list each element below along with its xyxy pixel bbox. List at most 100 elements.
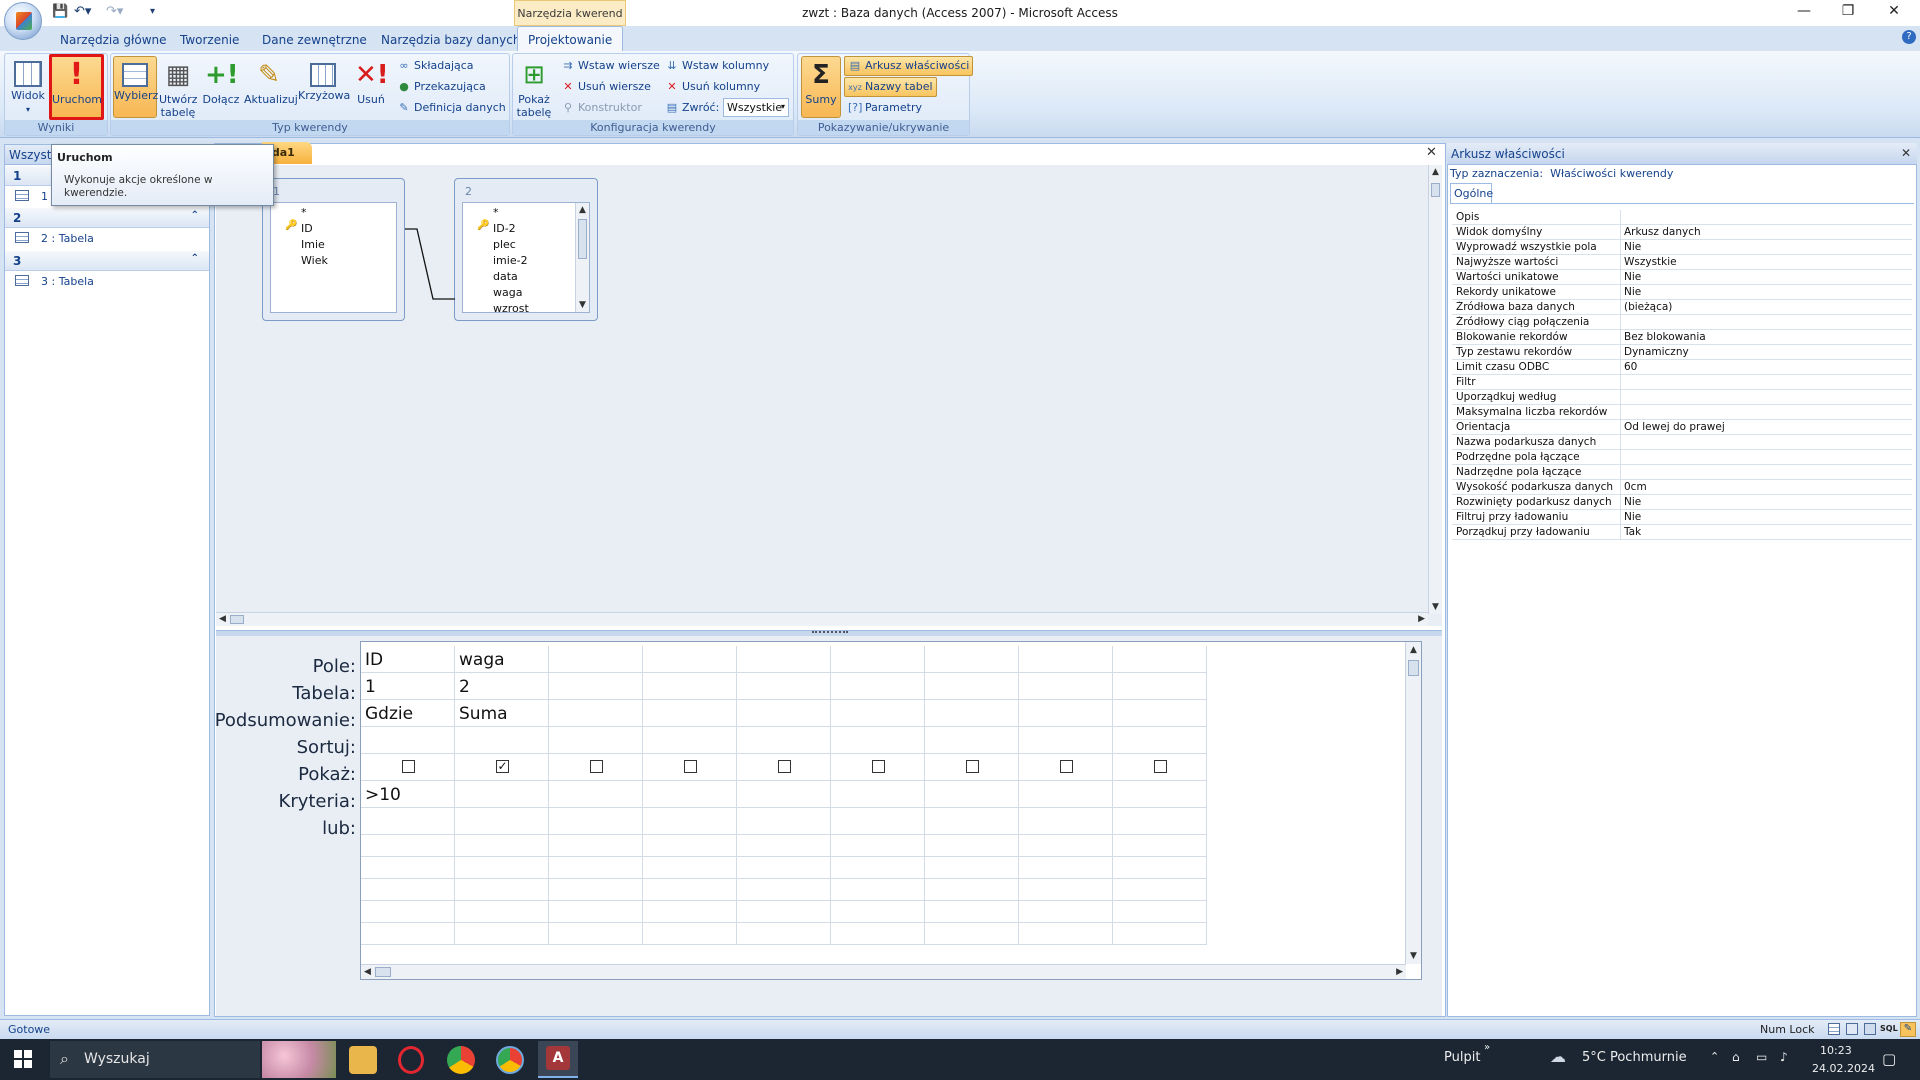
property-row[interactable]: Wysokość podarkusza danych 0cm: [1452, 480, 1912, 495]
przekazujaca-button[interactable]: ● Przekazująca: [393, 77, 490, 97]
aktualizuj-button[interactable]: ✎ Aktualizuj: [243, 56, 298, 118]
tab-tworzenie[interactable]: Tworzenie: [170, 31, 249, 51]
property-value[interactable]: (bieżąca): [1624, 301, 1672, 313]
property-row[interactable]: Porządkuj przy ładowaniu Tak: [1452, 525, 1912, 540]
property-row[interactable]: Filtr: [1452, 375, 1912, 390]
grid-cell[interactable]: [549, 646, 643, 673]
field-wiek[interactable]: Wiek: [301, 254, 328, 267]
windows-start-icon[interactable]: [14, 1050, 32, 1068]
grid-cell[interactable]: [737, 901, 831, 923]
grid-cell[interactable]: [361, 857, 455, 879]
property-value[interactable]: 0cm: [1624, 481, 1647, 493]
grid-cell[interactable]: [1113, 879, 1207, 901]
scroll-left-icon[interactable]: ◀: [364, 967, 371, 977]
close-property-sheet-icon[interactable]: ✕: [1901, 146, 1911, 160]
tab-ogolne[interactable]: Ogólne: [1450, 183, 1493, 203]
property-value[interactable]: Dynamiczny: [1624, 346, 1689, 358]
weather-text[interactable]: 5°C Pochmurnie: [1582, 1050, 1687, 1065]
tab-projektowanie[interactable]: Projektowanie: [517, 26, 624, 51]
grid-cell[interactable]: [643, 727, 737, 754]
field-plec[interactable]: plec: [493, 238, 516, 251]
scroll-thumb[interactable]: [375, 967, 391, 977]
grid-cell[interactable]: [549, 879, 643, 901]
grid-cell[interactable]: [925, 857, 1019, 879]
grid-cell[interactable]: [737, 727, 831, 754]
grid-cell[interactable]: [831, 808, 925, 835]
property-row[interactable]: Nazwa podarkusza danych: [1452, 435, 1912, 450]
show-checkbox[interactable]: [872, 760, 885, 773]
grid-cell[interactable]: [1113, 781, 1207, 808]
grid-cell[interactable]: [1019, 923, 1113, 945]
taskbar-search-box[interactable]: Wyszukaj: [50, 1041, 260, 1078]
grid-cell[interactable]: [1019, 700, 1113, 727]
property-row[interactable]: Typ zestawu rekordów Dynamiczny: [1452, 345, 1912, 360]
uruchom-button[interactable]: ! Uruchom: [49, 54, 104, 120]
grid-cell[interactable]: [831, 700, 925, 727]
property-value[interactable]: Nie: [1624, 271, 1641, 283]
access-taskbar-button[interactable]: A: [538, 1041, 578, 1078]
grid-cell[interactable]: [925, 923, 1019, 945]
pulpit-toolbar[interactable]: Pulpit: [1444, 1050, 1480, 1065]
dolacz-button[interactable]: +! Dołącz: [201, 56, 241, 118]
property-value[interactable]: Nie: [1624, 241, 1641, 253]
grid-cell[interactable]: [1113, 754, 1207, 781]
wybierz-button[interactable]: Wybierz: [113, 56, 158, 118]
grid-cell[interactable]: [925, 754, 1019, 781]
grid-cell[interactable]: [643, 879, 737, 901]
grid-cell[interactable]: [737, 879, 831, 901]
grid-cell[interactable]: [361, 808, 455, 835]
field-id[interactable]: ID: [301, 222, 313, 235]
wstaw-wiersze-button[interactable]: ⇉ Wstaw wiersze: [557, 56, 664, 76]
grid-cell[interactable]: [549, 857, 643, 879]
property-value[interactable]: Arkusz danych: [1624, 226, 1701, 238]
grid-cell[interactable]: [737, 700, 831, 727]
grid-cell[interactable]: [455, 727, 549, 754]
property-row[interactable]: Maksymalna liczba rekordów: [1452, 405, 1912, 420]
chrome-profile-icon[interactable]: [496, 1046, 524, 1074]
property-value[interactable]: Tak: [1624, 526, 1641, 538]
relationship-join-line[interactable]: [405, 225, 455, 305]
grid-cell[interactable]: [361, 901, 455, 923]
grid-cell[interactable]: [455, 857, 549, 879]
close-document-icon[interactable]: ✕: [1426, 145, 1437, 160]
datasheet-view-icon[interactable]: [1828, 1023, 1840, 1035]
file-explorer-icon[interactable]: [349, 1046, 377, 1074]
wstaw-kolumny-button[interactable]: ⇊ Wstaw kolumny: [661, 56, 773, 76]
grid-cell[interactable]: [455, 835, 549, 857]
nav-item-tabela-3[interactable]: 3 : Tabela: [5, 272, 209, 292]
field-star[interactable]: *: [493, 206, 499, 219]
grid-cell[interactable]: [643, 835, 737, 857]
grid-cell[interactable]: [925, 646, 1019, 673]
grid-cell[interactable]: [1019, 754, 1113, 781]
property-value[interactable]: Nie: [1624, 286, 1641, 298]
grid-cell[interactable]: ID: [361, 646, 455, 673]
grid-cell[interactable]: [1019, 835, 1113, 857]
grid-cell[interactable]: [549, 923, 643, 945]
grid-cell[interactable]: [831, 857, 925, 879]
nav-group-2[interactable]: 2 ⌃: [5, 208, 209, 228]
grid-cell[interactable]: [1113, 808, 1207, 835]
grid-cell[interactable]: Suma: [455, 700, 549, 727]
grid-cell[interactable]: [549, 727, 643, 754]
grid-cell[interactable]: [831, 673, 925, 700]
grid-cell[interactable]: [831, 923, 925, 945]
grid-cell[interactable]: [455, 781, 549, 808]
grid-cell[interactable]: [737, 857, 831, 879]
onedrive-icon[interactable]: ⌂: [1732, 1050, 1740, 1064]
grid-cell[interactable]: 1: [361, 673, 455, 700]
grid-cell[interactable]: [549, 754, 643, 781]
grid-cell[interactable]: [643, 754, 737, 781]
tab-narzedzia-glowne[interactable]: Narzędzia główne: [50, 31, 177, 51]
property-value[interactable]: Bez blokowania: [1624, 331, 1706, 343]
grid-cell[interactable]: [737, 808, 831, 835]
field-wzrost[interactable]: wzrost: [493, 302, 529, 312]
grid-cell[interactable]: waga: [455, 646, 549, 673]
scroll-thumb[interactable]: [1431, 183, 1440, 197]
grid-cell[interactable]: [737, 923, 831, 945]
show-checkbox[interactable]: [402, 760, 415, 773]
grid-cell[interactable]: [1113, 646, 1207, 673]
scroll-down-icon[interactable]: ▼: [579, 300, 586, 310]
restore-button[interactable]: ❐: [1826, 3, 1870, 23]
grid-cell[interactable]: [925, 879, 1019, 901]
field-imie-2[interactable]: imie-2: [493, 254, 528, 267]
